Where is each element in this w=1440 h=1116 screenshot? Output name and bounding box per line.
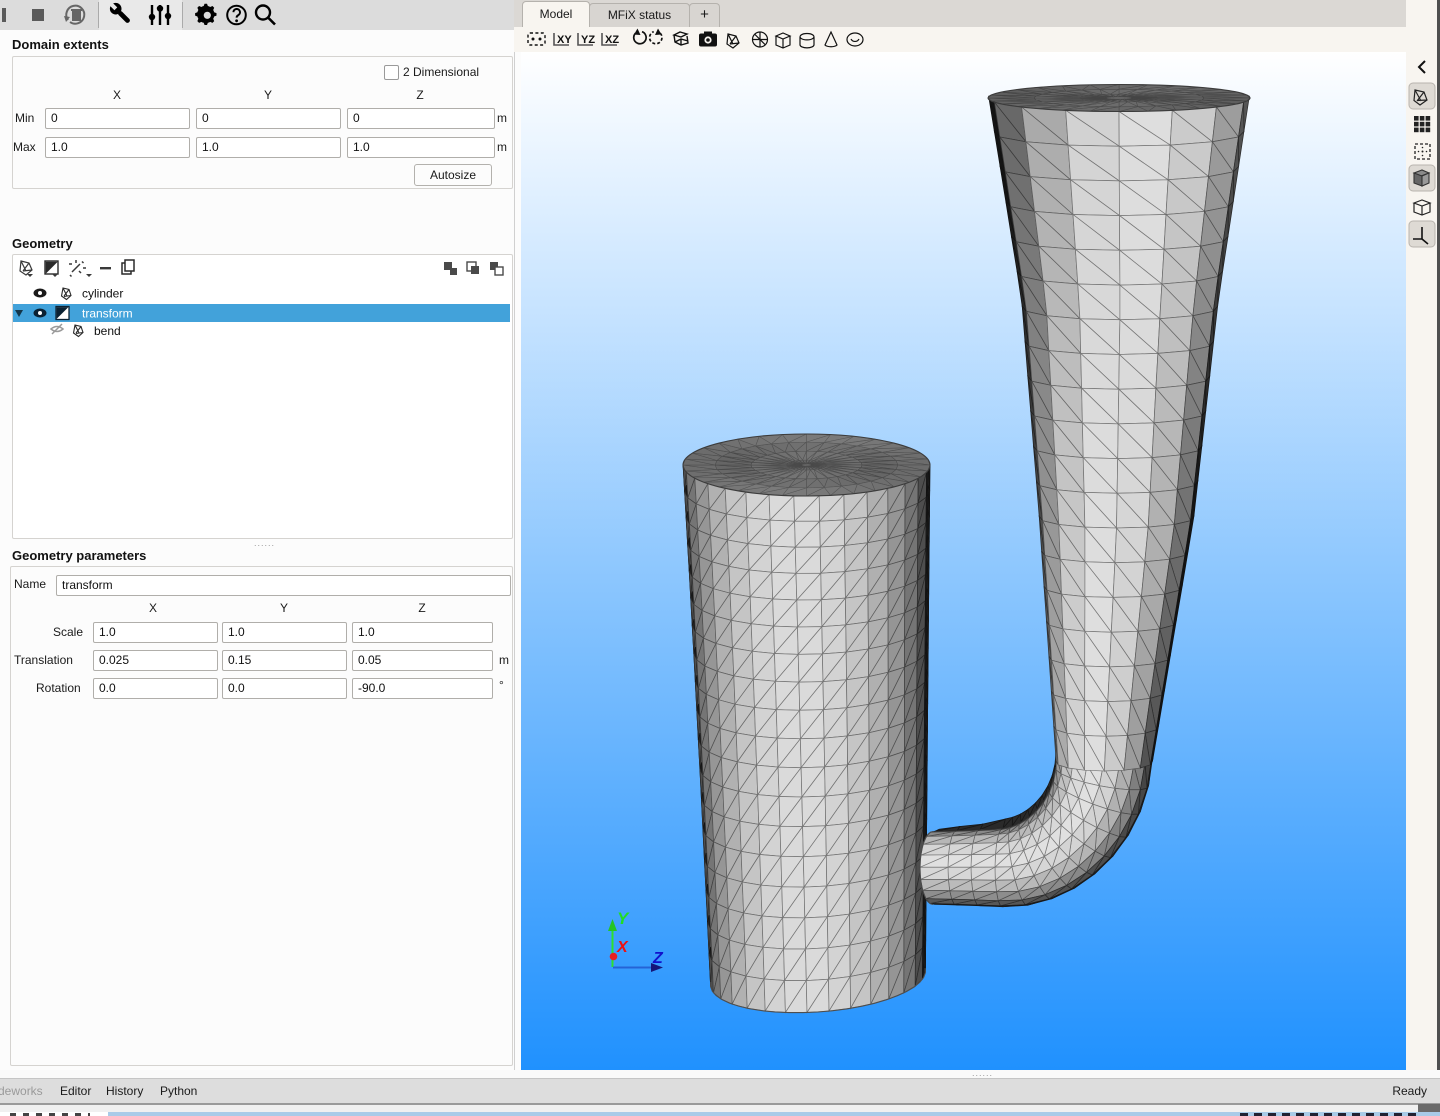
svg-text:Y: Y <box>617 909 630 928</box>
svg-text:Z: Z <box>652 950 664 967</box>
svg-text:X: X <box>616 939 629 956</box>
